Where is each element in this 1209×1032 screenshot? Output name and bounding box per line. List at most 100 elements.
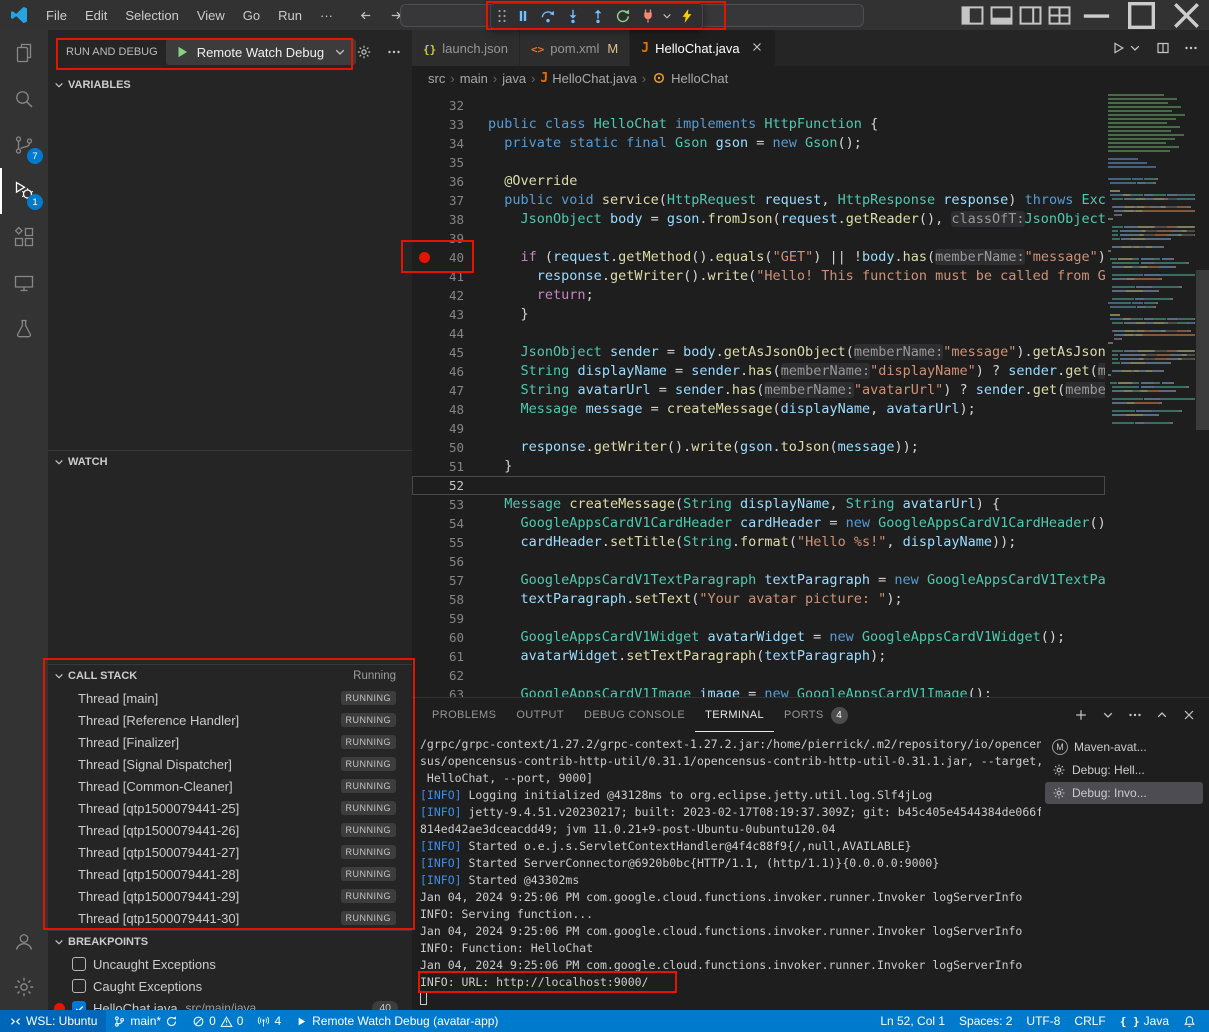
customize-layout-button[interactable] (1045, 0, 1074, 30)
menu-go[interactable]: Go (234, 0, 269, 30)
status-eol[interactable]: CRLF (1067, 1010, 1112, 1032)
code-line-62[interactable]: 62 (412, 666, 1105, 685)
new-terminal-icon[interactable] (1073, 707, 1089, 723)
breakpoints-header[interactable]: BREAKPOINTS (48, 930, 412, 953)
split-editor-icon[interactable] (1155, 40, 1171, 56)
drag-grip-button[interactable] (494, 5, 510, 27)
variables-header[interactable]: VARIABLES (48, 74, 412, 96)
disconnect-menu-button[interactable] (660, 5, 674, 27)
call-stack-thread[interactable]: Thread [Signal Dispatcher]RUNNING (48, 753, 412, 775)
activitybar-explorer[interactable] (0, 30, 48, 76)
step-out-button[interactable] (585, 5, 610, 27)
code-line-49[interactable]: 49 (412, 419, 1105, 438)
menu-selection[interactable]: Selection (116, 0, 187, 30)
code-line-61[interactable]: 61 avatarWidget.setTextParagraph(textPar… (412, 647, 1105, 666)
terminal-session[interactable]: MMaven-avat... (1045, 736, 1203, 758)
hot-code-replace-button[interactable] (674, 5, 699, 27)
terminal-cursor-line[interactable] (420, 991, 1041, 1008)
code-line-34[interactable]: 34 private static final Gson gson = new … (412, 134, 1105, 153)
code-line-50[interactable]: 50 response.getWriter().write(gson.toJso… (412, 438, 1105, 457)
terminal-session[interactable]: Debug: Invo... (1045, 782, 1203, 804)
activitybar-settings[interactable] (0, 964, 48, 1010)
code-line-32[interactable]: 32 (412, 96, 1105, 115)
code-line-46[interactable]: 46 String displayName = sender.has(membe… (412, 362, 1105, 381)
panel-tab-debug-console[interactable]: DEBUG CONSOLE (574, 698, 695, 732)
status-cursor-position[interactable]: Ln 52, Col 1 (873, 1010, 952, 1032)
minimize-button[interactable] (1074, 0, 1119, 30)
maximize-panel-icon[interactable] (1154, 707, 1170, 723)
toggle-panel-button[interactable] (987, 0, 1016, 30)
gear-icon[interactable] (356, 44, 372, 60)
activitybar-source-control[interactable]: 7 (0, 122, 48, 168)
code-line-45[interactable]: 45 JsonObject sender = body.getAsJsonObj… (412, 343, 1105, 362)
panel-tab-output[interactable]: OUTPUT (506, 698, 574, 732)
call-stack-thread[interactable]: Thread [Common-Cleaner]RUNNING (48, 775, 412, 797)
call-stack-thread[interactable]: Thread [Finalizer]RUNNING (48, 731, 412, 753)
breadcrumb-item[interactable]: java (502, 71, 526, 86)
breadcrumb-item[interactable]: JHelloChat.java (540, 70, 636, 86)
code-line-41[interactable]: 41 response.getWriter().write("Hello! Th… (412, 267, 1105, 286)
breakpoint-checkbox[interactable] (72, 957, 86, 971)
code-line-54[interactable]: 54 GoogleAppsCardV1CardHeader cardHeader… (412, 514, 1105, 533)
run-file-button[interactable] (1110, 40, 1143, 56)
menu-more[interactable]: ··· (311, 0, 342, 30)
call-stack-thread[interactable]: Thread [qtp1500079441-30]RUNNING (48, 907, 412, 929)
close-tab-icon[interactable] (750, 40, 764, 57)
code-line-36[interactable]: 36 @Override (412, 172, 1105, 191)
tab-pom.xml[interactable]: <>pom.xmlM (520, 30, 630, 66)
activitybar-extensions[interactable] (0, 214, 48, 260)
call-stack-thread[interactable]: Thread [main]RUNNING (48, 687, 412, 709)
code-line-38[interactable]: 38 JsonObject body = gson.fromJson(reque… (412, 210, 1105, 229)
maximize-button[interactable] (1119, 0, 1164, 30)
close-panel-icon[interactable] (1181, 707, 1197, 723)
breakpoint-row[interactable]: Uncaught Exceptions (48, 953, 412, 975)
code-line-47[interactable]: 47 String avatarUrl = sender.has(memberN… (412, 381, 1105, 400)
code-line-48[interactable]: 48 Message message = createMessage(displ… (412, 400, 1105, 419)
disconnect-button[interactable] (635, 5, 660, 27)
activitybar-accounts[interactable] (0, 918, 48, 964)
close-window-button[interactable] (1164, 0, 1209, 30)
editor-more-icon[interactable] (1183, 40, 1199, 56)
panel-tab-terminal[interactable]: TERMINAL (695, 698, 774, 732)
terminal-session[interactable]: Debug: Hell... (1045, 759, 1203, 781)
tab-HelloChat.java[interactable]: JHelloChat.java (630, 30, 775, 66)
panel-more-icon[interactable] (1127, 707, 1143, 723)
status-problems[interactable]: 00 (185, 1010, 250, 1032)
activitybar-run-and-debug[interactable]: 1 (0, 168, 48, 214)
status-git-branch[interactable]: main* (106, 1010, 185, 1032)
more-actions-icon[interactable] (386, 44, 402, 60)
activitybar-testing[interactable] (0, 306, 48, 352)
call-stack-thread[interactable]: Thread [qtp1500079441-29]RUNNING (48, 885, 412, 907)
code-line-60[interactable]: 60 GoogleAppsCardV1Widget avatarWidget =… (412, 628, 1105, 647)
tab-launch.json[interactable]: {}launch.json (412, 30, 520, 66)
code-line-58[interactable]: 58 textParagraph.setText("Your avatar pi… (412, 590, 1105, 609)
breakpoint-checkbox[interactable] (72, 1001, 86, 1010)
minimap[interactable] (1105, 94, 1195, 697)
call-stack-thread[interactable]: Thread [qtp1500079441-28]RUNNING (48, 863, 412, 885)
code-line-53[interactable]: 53 Message createMessage(String displayN… (412, 495, 1105, 514)
code-line-42[interactable]: 42 return; (412, 286, 1105, 305)
call-stack-thread[interactable]: Thread [qtp1500079441-27]RUNNING (48, 841, 412, 863)
breakpoint-checkbox[interactable] (72, 979, 86, 993)
step-over-button[interactable] (535, 5, 560, 27)
menu-edit[interactable]: Edit (76, 0, 116, 30)
code-editor[interactable]: 3233public class HelloChat implements Ht… (412, 90, 1209, 697)
breadcrumb-item[interactable]: src (428, 71, 445, 86)
call-stack-thread[interactable]: Thread [qtp1500079441-25]RUNNING (48, 797, 412, 819)
call-stack-thread[interactable]: Thread [Reference Handler]RUNNING (48, 709, 412, 731)
panel-tab-problems[interactable]: PROBLEMS (422, 698, 506, 732)
code-line-57[interactable]: 57 GoogleAppsCardV1TextParagraph textPar… (412, 571, 1105, 590)
activitybar-search[interactable] (0, 76, 48, 122)
code-line-55[interactable]: 55 cardHeader.setTitle(String.format("He… (412, 533, 1105, 552)
status-language-mode[interactable]: { }Java (1113, 1010, 1176, 1032)
code-line-43[interactable]: 43 } (412, 305, 1105, 324)
start-debug-icon[interactable] (174, 44, 190, 60)
status-encoding[interactable]: UTF-8 (1019, 1010, 1067, 1032)
debug-config-dropdown[interactable]: Remote Watch Debug (166, 39, 356, 65)
pause-button[interactable] (510, 5, 535, 27)
status-indentation[interactable]: Spaces: 2 (952, 1010, 1019, 1032)
terminal-dropdown-icon[interactable] (1100, 707, 1116, 723)
code-line-33[interactable]: 33public class HelloChat implements Http… (412, 115, 1105, 134)
code-line-63[interactable]: 63 GoogleAppsCardV1Image image = new Goo… (412, 685, 1105, 697)
code-line-44[interactable]: 44 (412, 324, 1105, 343)
